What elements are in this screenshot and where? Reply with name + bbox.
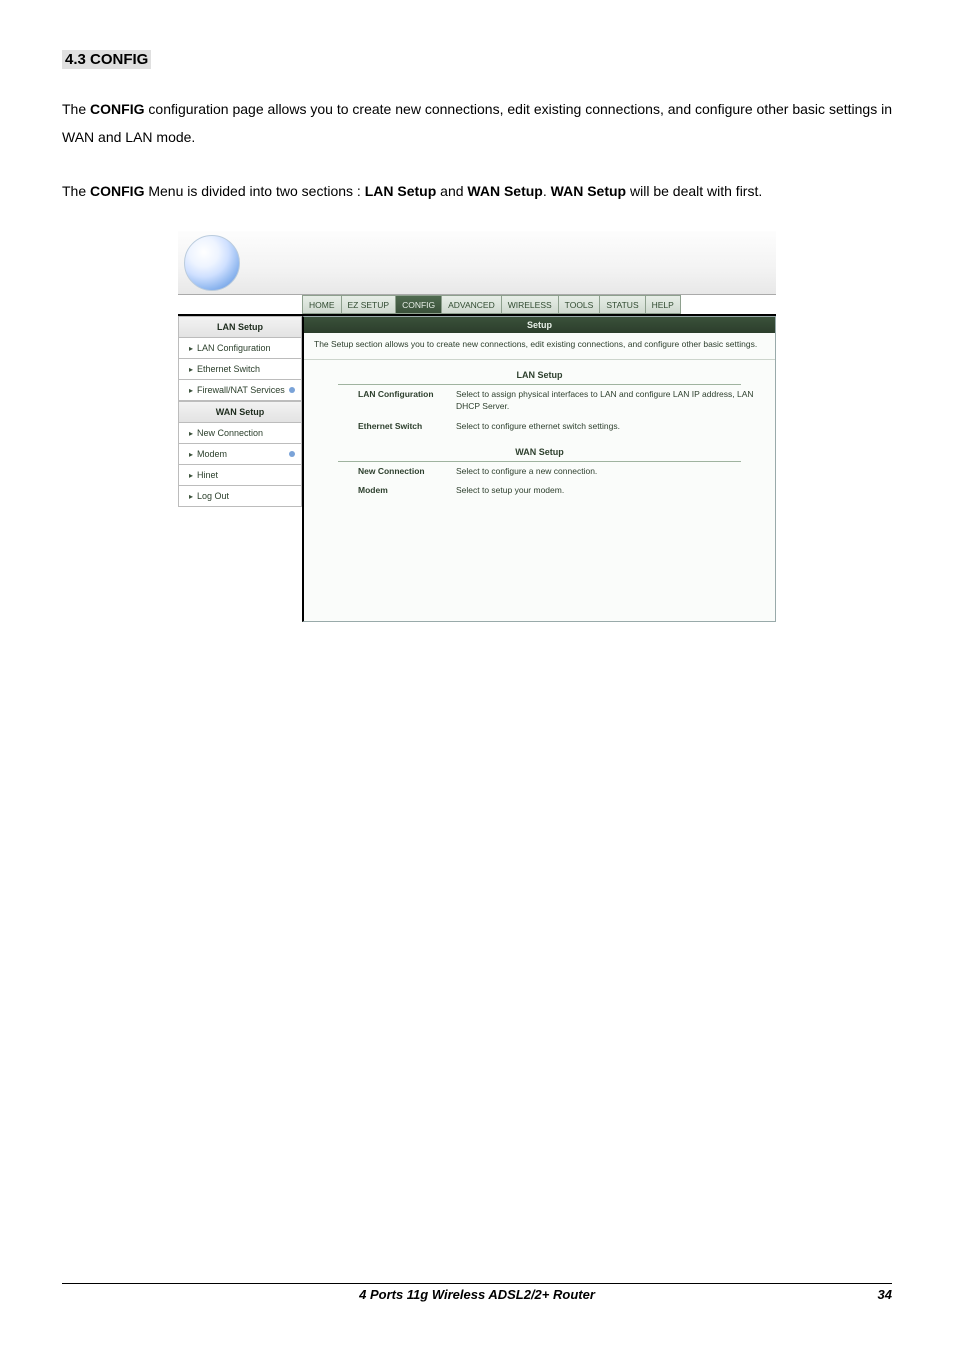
text-bold: CONFIG [90, 183, 144, 199]
text: configuration page allows you to create … [62, 101, 892, 145]
router-logo-icon [184, 235, 240, 291]
row-ethernet-switch: Ethernet Switch Select to configure ethe… [304, 417, 775, 437]
row-value: Select to configure a new connection. [456, 466, 755, 478]
paragraph-1: The CONFIG configuration page allows you… [62, 95, 892, 151]
text: The [62, 101, 90, 117]
sidebar-item-label: LAN Configuration [197, 343, 295, 353]
tabbar-spacer [178, 295, 302, 314]
caret-icon: ▸ [189, 450, 193, 459]
tab-tools[interactable]: TOOLS [558, 295, 600, 314]
text: The [62, 183, 90, 199]
status-dot-icon [289, 387, 295, 393]
sidebar-item-modem[interactable]: ▸ Modem [178, 444, 302, 465]
caret-icon: ▸ [189, 429, 193, 438]
text-bold: WAN Setup [551, 183, 626, 199]
caret-icon: ▸ [189, 344, 193, 353]
sidebar-item-logout[interactable]: ▸ Log Out [178, 486, 302, 507]
caret-icon: ▸ [189, 471, 193, 480]
text-bold: CONFIG [90, 101, 144, 117]
row-value: Select to setup your modem. [456, 485, 755, 497]
row-key: LAN Configuration [358, 389, 448, 413]
text: will be dealt with first. [626, 183, 762, 199]
caret-icon: ▸ [189, 365, 193, 374]
section-heading: 4.3 CONFIG [62, 50, 151, 69]
text-bold: LAN Setup [365, 183, 437, 199]
top-tab-bar: HOME EZ SETUP CONFIG ADVANCED WIRELESS T… [178, 295, 776, 314]
sidebar-group-wan-setup: WAN Setup [178, 401, 302, 423]
sidebar-item-label: Hinet [197, 470, 295, 480]
row-key: New Connection [358, 466, 448, 478]
status-dot-icon [289, 451, 295, 457]
sidebar-item-lan-configuration[interactable]: ▸ LAN Configuration [178, 338, 302, 359]
sidebar-item-ethernet-switch[interactable]: ▸ Ethernet Switch [178, 359, 302, 380]
footer-page-number: 34 [852, 1287, 892, 1302]
tab-wireless[interactable]: WIRELESS [501, 295, 558, 314]
content-subhead-lan: LAN Setup [304, 360, 775, 384]
text-bold: WAN Setup [467, 183, 542, 199]
row-key: Modem [358, 485, 448, 497]
router-ui-screenshot: HOME EZ SETUP CONFIG ADVANCED WIRELESS T… [178, 231, 776, 622]
sidebar-item-label: New Connection [197, 428, 295, 438]
tab-advanced[interactable]: ADVANCED [441, 295, 501, 314]
tab-config[interactable]: CONFIG [395, 295, 441, 314]
sidebar-item-hinet[interactable]: ▸ Hinet [178, 465, 302, 486]
sidebar-item-firewall-nat[interactable]: ▸ Firewall/NAT Services [178, 380, 302, 401]
content-description: The Setup section allows you to create n… [304, 333, 775, 360]
row-lan-configuration: LAN Configuration Select to assign physi… [304, 385, 775, 417]
sidebar-item-label: Ethernet Switch [197, 364, 295, 374]
tab-status[interactable]: STATUS [599, 295, 644, 314]
row-value: Select to configure ethernet switch sett… [456, 421, 755, 433]
text: . [543, 183, 551, 199]
caret-icon: ▸ [189, 386, 193, 395]
router-body: LAN Setup ▸ LAN Configuration ▸ Ethernet… [178, 314, 776, 622]
text: Menu is divided into two sections : [144, 183, 364, 199]
tab-ezsetup[interactable]: EZ SETUP [341, 295, 396, 314]
content-title: Setup [304, 317, 775, 333]
sidebar-item-new-connection[interactable]: ▸ New Connection [178, 423, 302, 444]
content-panel: Setup The Setup section allows you to cr… [302, 316, 776, 622]
sidebar-item-label: Log Out [197, 491, 295, 501]
tab-home[interactable]: HOME [302, 295, 341, 314]
footer-spacer [62, 1287, 102, 1302]
sidebar-item-label: Modem [197, 449, 285, 459]
sidebar: LAN Setup ▸ LAN Configuration ▸ Ethernet… [178, 316, 302, 622]
content-subhead-wan: WAN Setup [304, 437, 775, 461]
row-modem: Modem Select to setup your modem. [304, 481, 775, 501]
page-footer: 4 Ports 11g Wireless ADSL2/2+ Router 34 [62, 1283, 892, 1302]
sidebar-item-label: Firewall/NAT Services [197, 385, 285, 395]
caret-icon: ▸ [189, 492, 193, 501]
row-key: Ethernet Switch [358, 421, 448, 433]
paragraph-2: The CONFIG Menu is divided into two sect… [62, 177, 892, 205]
row-value: Select to assign physical interfaces to … [456, 389, 755, 413]
text: and [436, 183, 467, 199]
footer-title: 4 Ports 11g Wireless ADSL2/2+ Router [102, 1287, 852, 1302]
router-header [178, 231, 776, 295]
row-new-connection: New Connection Select to configure a new… [304, 462, 775, 482]
sidebar-group-lan-setup: LAN Setup [178, 316, 302, 338]
tab-help[interactable]: HELP [645, 295, 681, 314]
